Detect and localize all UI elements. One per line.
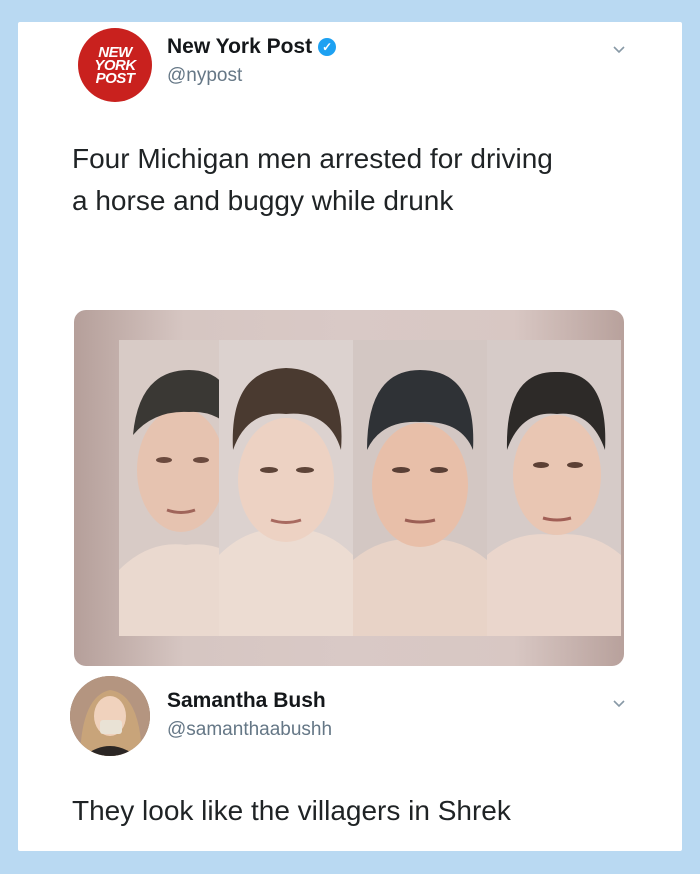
chevron-down-icon[interactable] bbox=[613, 698, 625, 710]
nypost-logo-text: NEW YORK POST bbox=[94, 43, 136, 87]
mugshot-4 bbox=[487, 340, 621, 636]
tweet-text-line-2: a horse and buggy while drunk bbox=[72, 185, 454, 216]
author-name[interactable]: New York Post ✓ bbox=[167, 35, 337, 59]
mugshot-3 bbox=[353, 340, 487, 636]
reply-author-handle[interactable]: @samanthaabushh bbox=[167, 719, 332, 741]
chevron-down-icon[interactable] bbox=[613, 44, 625, 56]
mugshot-2 bbox=[219, 340, 353, 636]
samantha-avatar[interactable] bbox=[70, 676, 150, 756]
author-handle[interactable]: @nypost bbox=[167, 65, 242, 87]
reply-text: They look like the villagers in Shrek bbox=[72, 795, 511, 826]
tweet-text: Four Michigan men arrested for driving a… bbox=[72, 138, 553, 222]
tweet-photo[interactable] bbox=[74, 310, 624, 666]
tweet-text-line-1: Four Michigan men arrested for driving bbox=[72, 143, 553, 174]
nypost-avatar[interactable]: NEW YORK POST bbox=[78, 28, 152, 102]
tweet-card: NEW YORK POST New York Post ✓ @nypost Fou… bbox=[18, 22, 682, 851]
verified-badge-icon: ✓ bbox=[318, 38, 337, 56]
reply-author-name[interactable]: Samantha Bush bbox=[167, 689, 326, 713]
